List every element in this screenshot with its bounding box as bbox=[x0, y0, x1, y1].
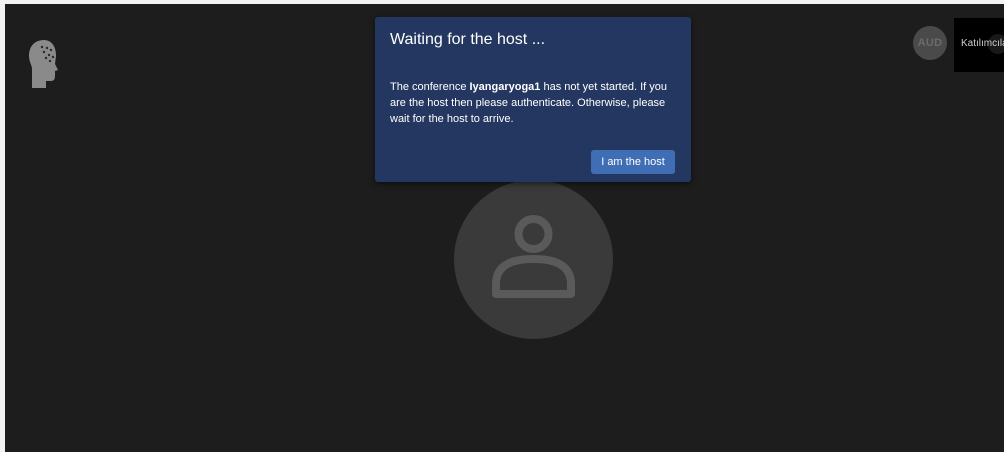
jitsi-logo-icon bbox=[26, 38, 62, 90]
dialog-message: The conference Iyangaryoga1 has not yet … bbox=[390, 79, 678, 127]
conference-name: Iyangaryoga1 bbox=[469, 81, 541, 93]
user-avatar-icon bbox=[492, 215, 575, 298]
conference-stage: AUD Katılımcılar Waiting for the host ..… bbox=[5, 4, 1004, 452]
participants-panel[interactable]: Katılımcılar bbox=[954, 18, 1004, 72]
dialog-title: Waiting for the host ... bbox=[390, 31, 546, 48]
audio-level-badge[interactable]: AUD bbox=[913, 26, 947, 60]
i-am-the-host-button[interactable]: I am the host bbox=[591, 150, 675, 174]
participants-label: Katılımcılar bbox=[961, 38, 1004, 49]
participant-avatar bbox=[454, 180, 613, 339]
window-frame: AUD Katılımcılar Waiting for the host ..… bbox=[0, 0, 1004, 452]
waiting-for-host-dialog: Waiting for the host ... The conference … bbox=[375, 17, 691, 182]
dialog-message-prefix: The conference bbox=[390, 81, 470, 93]
